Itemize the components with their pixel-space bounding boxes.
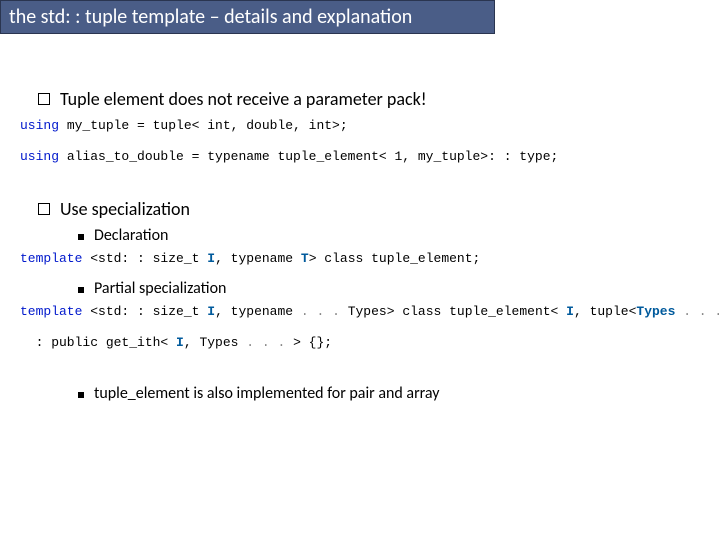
code-text: > {}; xyxy=(285,335,332,350)
keyword-template: template xyxy=(20,251,82,266)
sub-bullet-1-text: Declaration xyxy=(94,226,168,245)
code-block-1: using my_tuple = tuple< int, double, int… xyxy=(20,116,710,137)
code-text: <std: : size_t xyxy=(82,251,207,266)
keyword-using: using xyxy=(20,149,59,164)
small-square-icon xyxy=(78,287,84,293)
bullet-1: Tuple element does not receive a paramet… xyxy=(38,88,710,110)
sub-bullet-2-text: Partial specialization xyxy=(94,279,226,298)
keyword-template: template xyxy=(20,304,82,319)
sub-bullet-1: Declaration xyxy=(78,226,710,245)
bullet-1-text: Tuple element does not receive a paramet… xyxy=(60,88,427,110)
small-square-icon xyxy=(78,392,84,398)
code-block-5: : public get_ith< I, Types . . . > {}; xyxy=(20,333,710,354)
sub-bullet-2: Partial specialization xyxy=(78,279,710,298)
bullet-2-text: Use specialization xyxy=(60,198,190,220)
sub-bullet-3: tuple_element is also implemented for pa… xyxy=(78,384,710,403)
bullet-2: Use specialization xyxy=(38,198,710,220)
ellipsis: . . . xyxy=(675,304,720,319)
code-text: > class tuple_element; xyxy=(309,251,481,266)
code-block-3: template <std: : size_t I, typename T> c… xyxy=(20,249,710,270)
code-block-4: template <std: : size_t I, typename . . … xyxy=(20,302,710,323)
code-text: <std: : size_t xyxy=(82,304,207,319)
code-text: , typename xyxy=(215,304,301,319)
small-square-icon xyxy=(78,234,84,240)
code-text: Types> class tuple_element< xyxy=(340,304,566,319)
code-block-2: using alias_to_double = typename tuple_e… xyxy=(20,147,710,168)
type-param: T xyxy=(301,251,309,266)
type-param: I xyxy=(207,251,215,266)
square-bullet-icon xyxy=(38,93,50,105)
title-bar: the std: : tuple template – details and … xyxy=(0,0,495,34)
code-text: : public get_ith< xyxy=(20,335,176,350)
ellipsis: . . . xyxy=(301,304,340,319)
type-param: I xyxy=(566,304,574,319)
code-text: , typename xyxy=(215,251,301,266)
title-text: the std: : tuple template – details and … xyxy=(9,5,412,29)
code-text: my_tuple = tuple< int, double, int>; xyxy=(59,118,348,133)
type-param: I xyxy=(207,304,215,319)
code-text: , Types xyxy=(184,335,246,350)
sub-bullet-3-text: tuple_element is also implemented for pa… xyxy=(94,384,440,403)
type-param: I xyxy=(176,335,184,350)
keyword-using: using xyxy=(20,118,59,133)
type-param: Types xyxy=(636,304,675,319)
slide-content: Tuple element does not receive a paramet… xyxy=(0,34,720,403)
ellipsis: . . . xyxy=(246,335,285,350)
code-text: alias_to_double = typename tuple_element… xyxy=(59,149,558,164)
code-text: , tuple< xyxy=(574,304,636,319)
square-bullet-icon xyxy=(38,203,50,215)
